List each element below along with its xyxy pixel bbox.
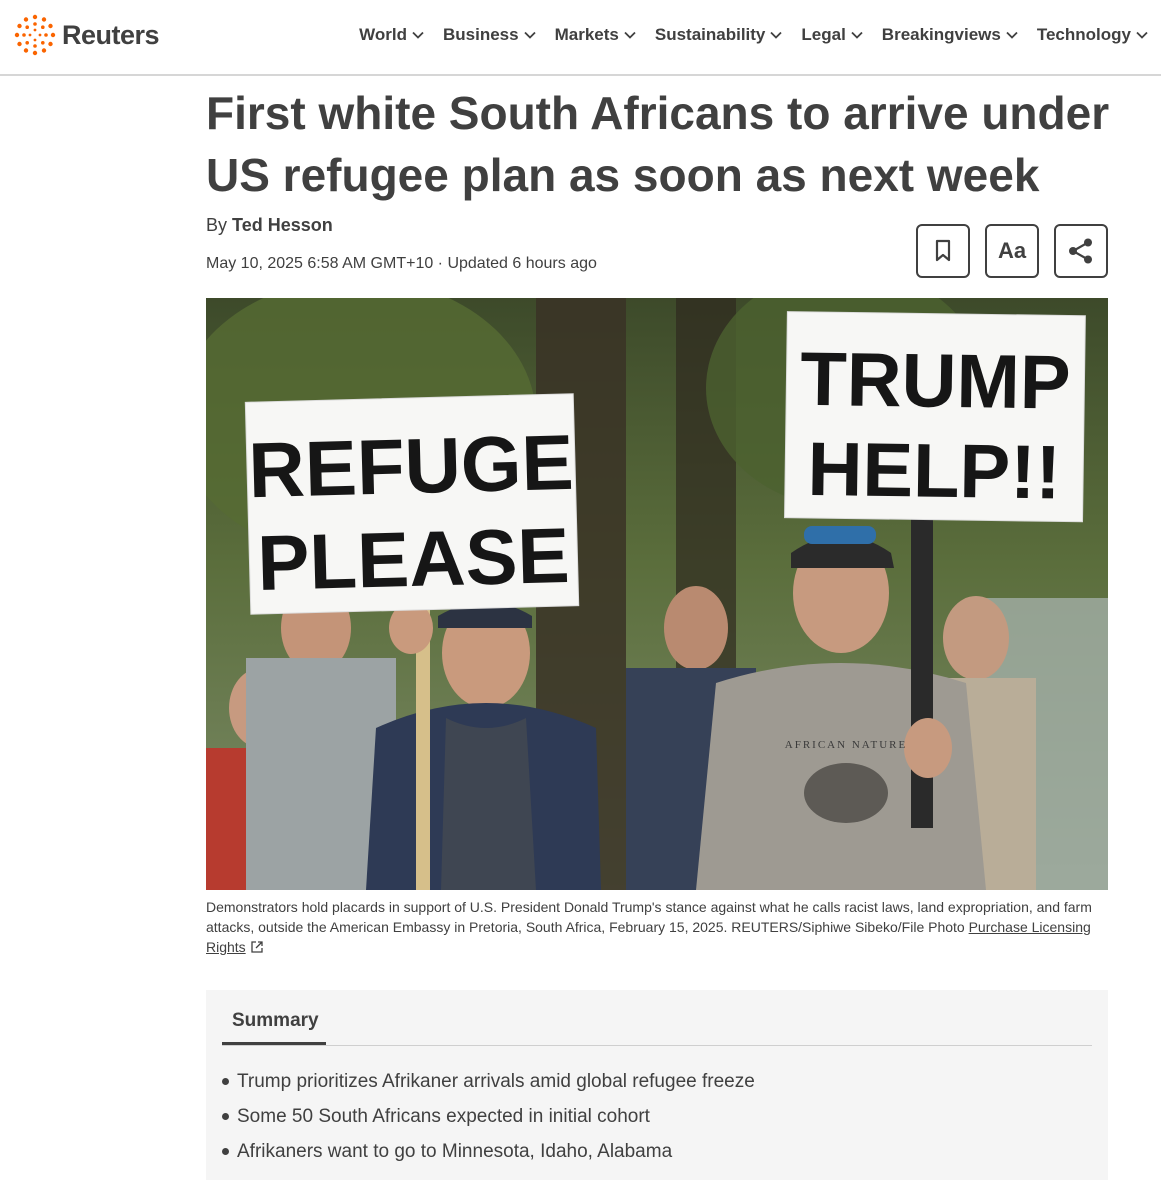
- share-button[interactable]: [1054, 224, 1108, 278]
- list-item: Trump prioritizes Afrikaner arrivals ami…: [222, 1064, 755, 1099]
- caption-text: Demonstrators hold placards in support o…: [206, 899, 1092, 935]
- chevron-down-icon: [1136, 31, 1148, 39]
- summary-item-text: Some 50 South Africans expected in initi…: [237, 1106, 650, 1127]
- share-icon: [1069, 238, 1092, 264]
- photo-caption: Demonstrators hold placards in support o…: [206, 897, 1111, 957]
- article-photo[interactable]: REFUGE PLEASE TRUMP HELP!! AFRICAN NATUR…: [206, 298, 1108, 890]
- nav-item-business[interactable]: Business: [443, 25, 537, 45]
- nav-label: Technology: [1036, 25, 1131, 44]
- summary-list: Trump prioritizes Afrikaner arrivals ami…: [222, 1064, 755, 1169]
- nav-item-markets[interactable]: Markets: [555, 25, 637, 45]
- sign-left-line2: PLEASE: [256, 511, 570, 607]
- nav-item-sustainability[interactable]: Sustainability: [655, 25, 784, 45]
- summary-item-text: Trump prioritizes Afrikaner arrivals ami…: [237, 1071, 755, 1092]
- brand-name: Reuters: [62, 19, 160, 50]
- bullet-icon: [222, 1148, 229, 1155]
- reuters-logo[interactable]: Reuters: [14, 14, 160, 56]
- chevron-down-icon: [1006, 31, 1018, 39]
- text-size-label: Aa: [997, 238, 1027, 263]
- main-nav: World Business Markets Sustainability Le…: [341, 20, 1149, 50]
- nav-label: Sustainability: [654, 25, 766, 44]
- bookmark-icon: [935, 239, 951, 262]
- nav-item-world[interactable]: World: [359, 25, 425, 45]
- shirt-text: AFRICAN NATURE: [785, 739, 907, 751]
- site-header: Reuters World Business Markets Sustainab…: [0, 0, 1161, 76]
- sign-right-line2: HELP!!: [807, 427, 1061, 516]
- text-size-button[interactable]: Aa: [985, 224, 1039, 278]
- byline-prefix: By: [206, 215, 228, 235]
- nav-label: Breakingviews: [881, 25, 1001, 44]
- nav-label: Markets: [554, 25, 619, 44]
- sign-left-line1: REFUGE: [247, 418, 574, 514]
- list-item: Some 50 South Africans expected in initi…: [222, 1099, 755, 1134]
- nav-label: Legal: [801, 25, 846, 44]
- chevron-down-icon: [624, 31, 636, 39]
- tab-summary[interactable]: Summary: [222, 1010, 329, 1032]
- chevron-down-icon: [523, 31, 536, 39]
- nav-item-breakingviews[interactable]: Breakingviews: [882, 25, 1019, 45]
- summary-box: Summary Trump prioritizes Afrikaner arri…: [206, 990, 1108, 1180]
- divider: [222, 1045, 1092, 1046]
- chevron-down-icon: [412, 31, 424, 39]
- nav-label: Business: [443, 25, 519, 44]
- protest-photo-illustration: REFUGE PLEASE TRUMP HELP!! AFRICAN NATUR…: [206, 298, 1108, 890]
- bullet-icon: [222, 1113, 229, 1120]
- chevron-down-icon: [851, 31, 863, 39]
- external-link-icon[interactable]: [250, 940, 264, 954]
- byline: By Ted Hesson: [206, 215, 333, 236]
- nav-item-legal[interactable]: Legal: [801, 25, 863, 45]
- reuters-logo-icon: [14, 14, 56, 56]
- article-dateline: May 10, 2025 6:58 AM GMT+10 · Updated 6 …: [206, 255, 597, 272]
- nav-label: World: [359, 25, 407, 44]
- bullet-icon: [222, 1078, 229, 1085]
- sign-right-line1: TRUMP: [800, 337, 1071, 426]
- chevron-down-icon: [770, 31, 783, 39]
- summary-item-text: Afrikaners want to go to Minnesota, Idah…: [237, 1141, 673, 1162]
- bookmark-button[interactable]: [916, 224, 970, 278]
- article-headline: First white South Africans to arrive und…: [206, 87, 1110, 201]
- list-item: Afrikaners want to go to Minnesota, Idah…: [222, 1134, 755, 1169]
- author-link[interactable]: Ted Hesson: [232, 215, 333, 235]
- nav-item-technology[interactable]: Technology: [1037, 25, 1149, 45]
